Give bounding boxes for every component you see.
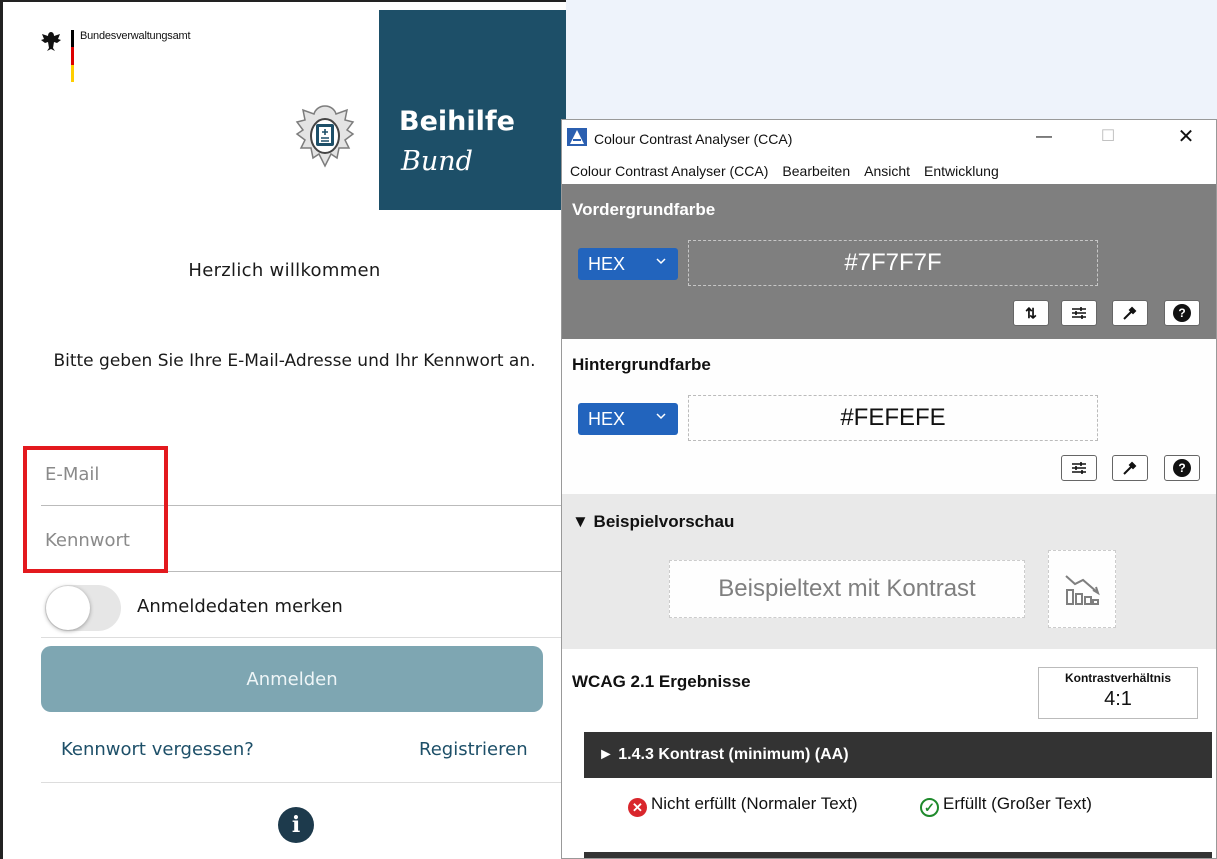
brand-box: Beihilfe Bund [379,10,569,210]
results-title: WCAG 2.1 Ergebnisse [572,672,751,691]
page-title: Herzlich willkommen [188,260,381,281]
help-icon[interactable]: ? [1164,455,1200,481]
eyedropper-icon[interactable] [1112,300,1148,326]
register-link[interactable]: Registrieren [419,739,528,760]
preview-section: ▼ Beispielvorschau Beispieltext mit Kont… [562,494,1216,649]
agency-name: Bundesverwaltungsamt [80,30,191,42]
toggle-knob [46,586,90,630]
remember-label: Anmeldedaten merken [137,596,343,617]
foreground-title: Vordergrundfarbe [572,200,716,219]
cca-app-icon [567,128,587,146]
foreground-section: Vordergrundfarbe HEX #7F7F7F ⇅ ? [562,184,1216,339]
background-title: Hintergrundfarbe [572,355,711,374]
foreground-format-select[interactable]: HEX [578,248,678,280]
forgot-password-link[interactable]: Kennwort vergessen? [61,739,254,760]
agency-logo: Bundesverwaltungsamt [39,30,191,82]
sliders-icon[interactable] [1061,455,1097,481]
preview-sample-text: Beispieltext mit Kontrast [669,560,1025,618]
foreground-hex-input[interactable]: #7F7F7F [688,240,1098,286]
menu-bearbeiten[interactable]: Bearbeiten [774,158,856,184]
large-text-result: ✓ Erfüllt (Großer Text) [920,793,1092,817]
normal-text-result: ✕ Nicht erfüllt (Normaler Text) [628,793,898,817]
cca-titlebar: Colour Contrast Analyser (CCA) — ☐ ✕ [562,120,1216,156]
background-hex-input[interactable]: #FEFEFE [688,395,1098,441]
contrast-ratio-label: Kontrastverhältnis [1064,671,1172,685]
highlight-box [23,446,168,573]
menu-ansicht[interactable]: Ansicht [856,158,916,184]
sliders-icon[interactable] [1061,300,1097,326]
background-format-select[interactable]: HEX [578,403,678,435]
remember-row: Anmeldedaten merken [41,582,566,638]
swap-icon[interactable]: ⇅ [1013,300,1049,326]
brand-title-line2: Bund [401,146,473,177]
login-app: Bundesverwaltungsamt Beihilfe Bund Herzl… [0,0,569,859]
fail-icon: ✕ [628,798,647,817]
chevron-down-icon [656,258,666,265]
login-button[interactable]: Anmelden [41,646,543,712]
window-title: Colour Contrast Analyser (CCA) [594,131,793,147]
minimize-button[interactable]: — [1024,124,1064,150]
menu-entwicklung[interactable]: Entwicklung [916,158,1005,184]
federal-eagle-icon [41,32,61,51]
german-flag-stripe [71,30,74,82]
background-section: Hintergrundfarbe HEX #FEFEFE ? [562,339,1216,494]
next-criterion-header[interactable] [584,852,1212,858]
normal-text-result-label: Nicht erfüllt (Normaler Text) [651,794,858,813]
background-format-value: HEX [588,409,626,429]
beihilfe-emblem-icon [295,105,355,168]
large-text-result-label: Erfüllt (Großer Text) [943,794,1092,813]
cca-window: Colour Contrast Analyser (CCA) — ☐ ✕ Col… [561,119,1217,859]
pass-icon: ✓ [920,798,939,817]
eyedropper-icon[interactable] [1112,455,1148,481]
remember-toggle[interactable] [45,585,121,631]
foreground-format-value: HEX [588,254,626,274]
info-icon[interactable]: i [278,807,314,843]
chevron-down-icon [656,413,666,420]
close-button[interactable]: ✕ [1166,124,1206,150]
help-icon[interactable]: ? [1164,300,1200,326]
results-section: WCAG 2.1 Ergebnisse Kontrastverhältnis 4… [562,649,1216,858]
menu-bar: Colour Contrast Analyser (CCA) Bearbeite… [562,158,1005,184]
login-instructions: Bitte geben Sie Ihre E-Mail-Adresse und … [53,351,536,371]
contrast-ratio-value: 4:1 [1104,688,1132,710]
criterion-1-4-3-header[interactable]: ► 1.4.3 Kontrast (minimum) (AA) [584,732,1212,778]
preview-toggle[interactable]: ▼ Beispielvorschau [572,512,734,532]
divider [41,782,566,783]
menu-cca[interactable]: Colour Contrast Analyser (CCA) [562,158,774,184]
chart-preview-icon [1048,550,1116,628]
maximize-button[interactable]: ☐ [1088,124,1128,150]
contrast-ratio-box: Kontrastverhältnis 4:1 [1038,667,1198,719]
brand-title-line1: Beihilfe [399,106,515,137]
